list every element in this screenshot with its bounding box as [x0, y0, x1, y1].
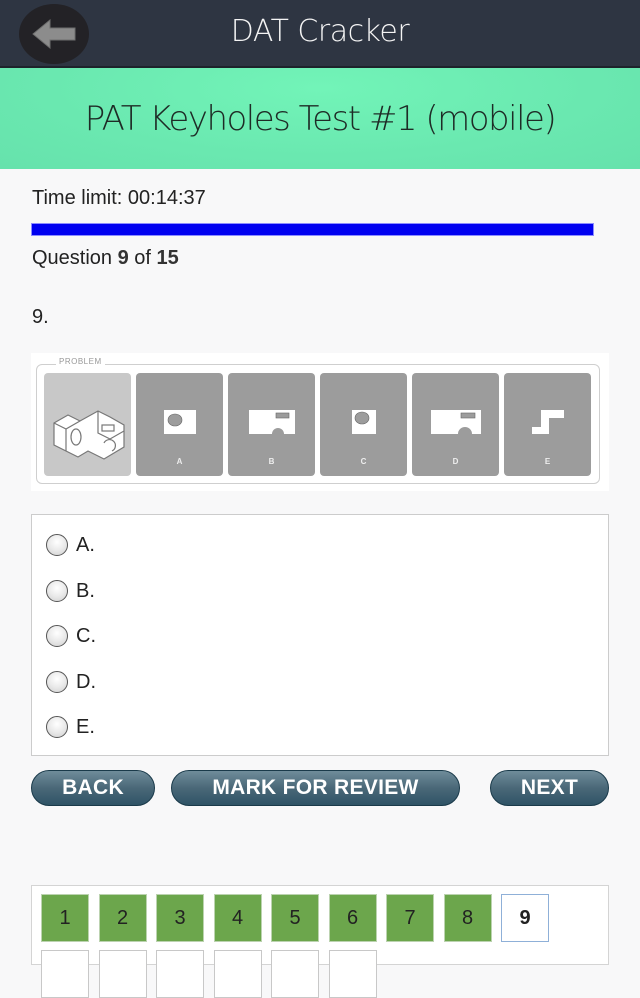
question-current-number: 9: [117, 247, 129, 269]
problem-tile: [44, 373, 131, 476]
answer-option-a[interactable]: A.: [46, 530, 95, 560]
app-title: DAT Cracker: [230, 14, 410, 49]
answer-choices: A. B. C. D. E.: [31, 514, 609, 756]
answer-label: B.: [76, 579, 95, 602]
answer-option-b[interactable]: B.: [46, 576, 95, 606]
progress-bar: [31, 223, 594, 236]
option-tile-a[interactable]: A: [136, 373, 223, 476]
option-tile-label: E: [544, 457, 551, 466]
question-nav-cell[interactable]: [213, 950, 262, 998]
mark-for-review-button[interactable]: MARK FOR REVIEW: [171, 770, 460, 806]
question-nav-cell[interactable]: 8: [443, 894, 492, 942]
radio-button[interactable]: [46, 580, 68, 602]
problem-frame-label: PROBLEM: [56, 357, 105, 366]
question-counter-prefix: Question: [32, 247, 118, 269]
answer-label: A.: [76, 533, 95, 556]
back-button[interactable]: BACK: [31, 770, 155, 806]
question-counter-mid: of: [128, 247, 157, 269]
question-nav-cell[interactable]: 6: [328, 894, 377, 942]
option-tile-c[interactable]: C: [320, 373, 407, 476]
progress-bar-fill: [32, 224, 593, 235]
test-title: PAT Keyholes Test #1 (mobile): [84, 98, 557, 139]
radio-button[interactable]: [46, 716, 68, 738]
square-with-circle-hole-icon: [351, 410, 376, 434]
option-tile-label: A: [176, 457, 183, 466]
next-button[interactable]: NEXT: [490, 770, 609, 806]
radio-button[interactable]: [46, 625, 68, 647]
answer-label: C.: [76, 624, 96, 647]
rect-with-circle-hole-icon: [163, 410, 196, 434]
wide-rect-with-slot-and-arch-icon: [430, 410, 481, 434]
question-nav-cell[interactable]: 3: [156, 894, 204, 942]
question-nav-cell[interactable]: 4: [213, 894, 262, 942]
question-counter: Question 9 of 15: [32, 247, 179, 270]
answer-option-c[interactable]: C.: [46, 621, 96, 651]
question-total-number: 15: [156, 247, 179, 269]
answer-option-e[interactable]: E.: [46, 712, 95, 742]
option-tile-label: B: [268, 457, 275, 466]
radio-button[interactable]: [46, 671, 68, 693]
question-nav-cell[interactable]: [328, 950, 377, 998]
question-nav-cell[interactable]: 5: [271, 894, 319, 942]
option-tile-e[interactable]: E: [504, 373, 591, 476]
step-shape-icon: [531, 410, 564, 434]
answer-label: E.: [76, 715, 95, 738]
question-nav-cell[interactable]: 9: [501, 894, 549, 942]
question-nav-cell[interactable]: 2: [98, 894, 147, 942]
top-bar: DAT Cracker: [0, 0, 640, 68]
answer-label: D.: [76, 670, 96, 693]
question-nav-cell[interactable]: [41, 950, 89, 998]
option-tile-b[interactable]: B: [228, 373, 315, 476]
problem-image: PROBLEM A B C D E: [31, 353, 609, 491]
wide-rect-with-slot-and-arch-icon: [248, 410, 295, 434]
time-limit-label: Time limit: 00:14:37: [32, 187, 206, 209]
test-title-banner: PAT Keyholes Test #1 (mobile): [0, 68, 640, 169]
option-tile-label: D: [452, 457, 459, 466]
isometric-block-problem-icon: [52, 410, 125, 460]
question-nav-cell[interactable]: [156, 950, 204, 998]
option-tile-label: C: [360, 457, 367, 466]
question-nav-cell[interactable]: [98, 950, 147, 998]
answer-option-d[interactable]: D.: [46, 667, 96, 697]
option-tile-d[interactable]: D: [412, 373, 499, 476]
question-number: 9.: [32, 306, 49, 328]
question-nav-cell[interactable]: [271, 950, 319, 998]
radio-button[interactable]: [46, 534, 68, 556]
question-nav-cell[interactable]: 1: [41, 894, 89, 942]
question-navigator: 123456789: [31, 885, 609, 998]
question-nav-cell[interactable]: 7: [386, 894, 434, 942]
